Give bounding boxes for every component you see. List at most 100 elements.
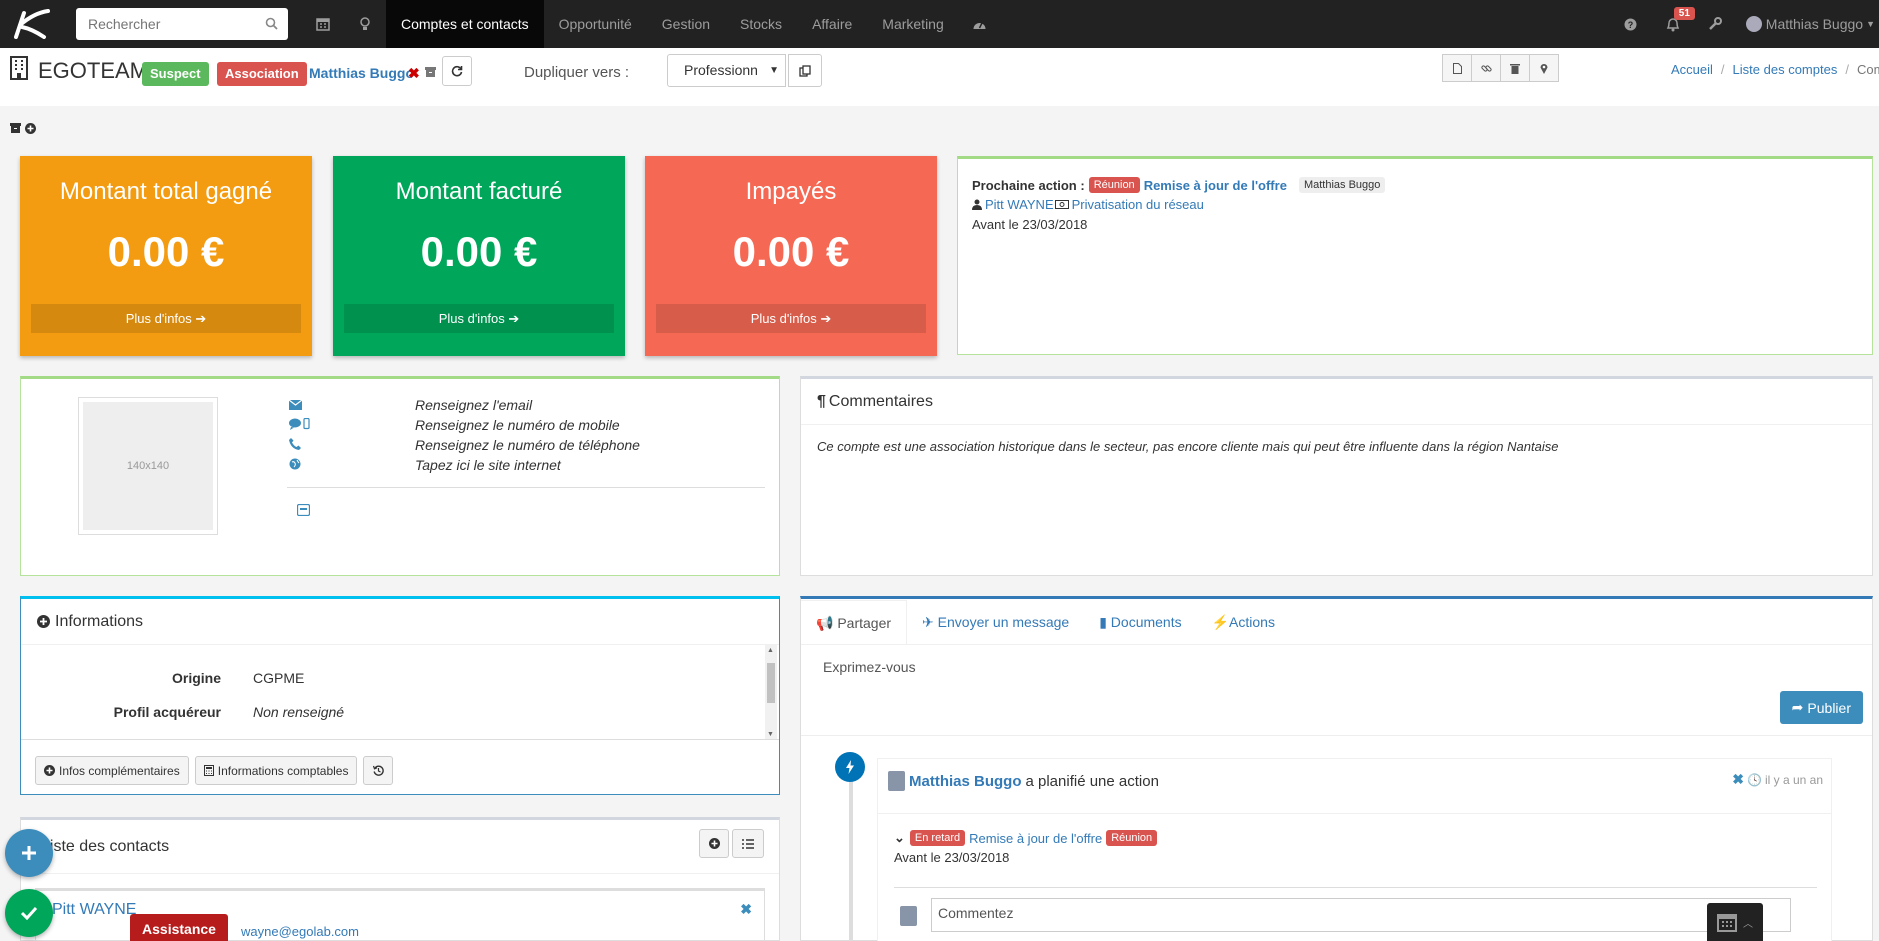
breadcrumb-accounts-list[interactable]: Liste des comptes xyxy=(1733,62,1838,77)
share-arrow-icon: ➦ xyxy=(1791,699,1804,715)
kpi-unpaid: Impayés 0.00 € Plus d'infos ➔ xyxy=(645,156,937,356)
app-logo[interactable] xyxy=(0,0,60,48)
website-field[interactable]: Tapez ici le site internet xyxy=(415,457,561,473)
assistance-button[interactable]: Assistance xyxy=(130,914,228,941)
map-marker-button[interactable] xyxy=(1529,54,1559,82)
kpi-more-link[interactable]: Plus d'infos ➔ xyxy=(344,304,614,333)
tab-actions[interactable]: ⚡Actions xyxy=(1197,600,1290,644)
status-badge: Suspect xyxy=(142,62,209,86)
plus-circle-icon[interactable] xyxy=(37,615,50,628)
duplicate-button[interactable] xyxy=(788,54,822,87)
informations-title: Informations xyxy=(55,612,144,630)
pdf-icon xyxy=(1452,62,1462,74)
help-icon[interactable]: ? xyxy=(1610,0,1652,48)
accounting-info-label: Informations comptables xyxy=(217,763,349,778)
pdf-button[interactable] xyxy=(1442,54,1472,82)
address-card-icon[interactable] xyxy=(297,504,310,516)
search-icon[interactable] xyxy=(265,17,278,30)
building-icon xyxy=(10,56,28,80)
informations-scrollbar[interactable]: ▲ ▼ xyxy=(765,645,777,739)
next-action-title[interactable]: Remise à jour de l'offre xyxy=(1144,178,1287,193)
arrow-right-circle-icon: ➔ xyxy=(508,311,520,326)
breadcrumb-home[interactable]: Accueil xyxy=(1671,62,1713,77)
chevron-down-icon[interactable]: ⌄ xyxy=(894,830,905,846)
validate-button[interactable] xyxy=(5,889,53,937)
email-field[interactable]: Renseignez l'email xyxy=(415,397,532,413)
duplicate-select[interactable]: Professionn ▼ xyxy=(667,54,786,87)
tab-share[interactable]: 📢 Partager xyxy=(801,600,908,644)
express-input[interactable]: Exprimez-vous xyxy=(823,659,916,675)
timeline-author[interactable]: Matthias Buggo xyxy=(909,773,1022,790)
commenter-avatar xyxy=(900,906,917,926)
nav-management[interactable]: Gestion xyxy=(647,0,725,48)
owner-link[interactable]: Matthias Buggo xyxy=(309,65,414,81)
extra-info-button[interactable]: Infos complémentaires xyxy=(35,756,189,785)
timeline-item: Matthias Buggo a planifié une action ✖ 🕓… xyxy=(877,758,1832,941)
check-icon xyxy=(21,906,37,920)
bullhorn-icon: 📢 xyxy=(816,615,834,631)
link-button[interactable] xyxy=(1471,54,1501,82)
calendar-widget[interactable]: ︿ xyxy=(1707,903,1763,941)
kpi-more-link[interactable]: Plus d'infos ➔ xyxy=(31,304,301,333)
info-value[interactable]: CGPME xyxy=(253,670,304,686)
refresh-button[interactable] xyxy=(442,56,472,86)
wrench-icon[interactable] xyxy=(1694,0,1736,48)
notifications-bell-icon[interactable]: 51 xyxy=(1652,0,1695,48)
list-view-button[interactable] xyxy=(732,829,764,858)
phone-field[interactable]: Renseignez le numéro de téléphone xyxy=(415,437,640,453)
archive-icon[interactable] xyxy=(425,67,436,77)
scrollbar-thumb[interactable] xyxy=(767,663,775,703)
comment-input[interactable]: Commentez xyxy=(931,898,1791,932)
notifications-badge: 51 xyxy=(1673,7,1695,20)
remove-contact-icon[interactable]: ✖ xyxy=(740,901,752,918)
publish-button[interactable]: ➦ Publier xyxy=(1779,691,1863,724)
refresh-icon xyxy=(451,65,463,77)
quick-add-button[interactable] xyxy=(5,829,53,877)
nav-business[interactable]: Affaire xyxy=(797,0,867,48)
next-action-opportunity[interactable]: Privatisation du réseau xyxy=(1072,197,1204,212)
next-action-contact[interactable]: Pitt WAYNE xyxy=(985,197,1054,212)
kpi-more-link[interactable]: Plus d'infos ➔ xyxy=(656,304,926,333)
phone-icon xyxy=(289,438,301,450)
dashboard-icon[interactable] xyxy=(959,0,1001,48)
search-input[interactable] xyxy=(88,10,268,38)
plus-circle-icon[interactable] xyxy=(25,123,36,134)
duplicate-label: Dupliquer vers : xyxy=(524,64,630,81)
comment-text[interactable]: Ce compte est une association historique… xyxy=(801,425,1872,468)
type-badge: Association xyxy=(217,62,307,86)
globe-icon xyxy=(289,458,301,470)
delete-button[interactable] xyxy=(1500,54,1530,82)
contact-email[interactable]: wayne@egolab.com xyxy=(241,924,359,939)
user-icon xyxy=(972,199,982,210)
remove-owner-icon[interactable]: ✖ xyxy=(408,65,420,82)
late-badge: En retard xyxy=(909,830,966,846)
nav-opportunity[interactable]: Opportunité xyxy=(544,0,647,48)
info-value[interactable]: Non renseigné xyxy=(253,704,344,720)
history-button[interactable] xyxy=(363,756,394,785)
tab-documents[interactable]: ▮ Documents xyxy=(1084,600,1196,644)
calendar-icon[interactable] xyxy=(302,0,344,48)
mobile-field[interactable]: Renseignez le numéro de mobile xyxy=(415,417,620,433)
scroll-down-icon[interactable]: ▼ xyxy=(767,731,774,738)
close-icon[interactable]: ✖ xyxy=(1732,771,1744,788)
account-photo[interactable]: 140x140 xyxy=(78,397,218,535)
add-contact-button[interactable] xyxy=(699,829,729,858)
lightbulb-icon[interactable] xyxy=(344,0,386,48)
archive-icon[interactable] xyxy=(10,123,21,133)
nav-marketing[interactable]: Marketing xyxy=(867,0,958,48)
author-avatar xyxy=(888,771,905,791)
contact-name[interactable]: Pitt WAYNE xyxy=(52,901,136,919)
action-type-badge: Réunion xyxy=(1106,830,1158,846)
mobile-phone-icon xyxy=(289,417,310,430)
user-menu[interactable]: Matthias Buggo ▼ xyxy=(1736,16,1879,32)
map-marker-icon xyxy=(1540,63,1548,74)
timeline-action-title[interactable]: Remise à jour de l'offre xyxy=(969,831,1102,846)
kpi-title: Montant total gagné xyxy=(59,178,273,205)
scroll-up-icon[interactable]: ▲ xyxy=(767,647,774,654)
nav-accounts-contacts[interactable]: Comptes et contacts xyxy=(386,0,544,48)
feed-tabs: 📢 Partager ✈ Envoyer un message ▮ Docume… xyxy=(801,599,1872,645)
nav-stocks[interactable]: Stocks xyxy=(725,0,797,48)
tab-send-message[interactable]: ✈ Envoyer un message xyxy=(907,600,1084,644)
clock-icon: 🕓 xyxy=(1747,772,1762,787)
accounting-info-button[interactable]: Informations comptables xyxy=(194,756,358,785)
